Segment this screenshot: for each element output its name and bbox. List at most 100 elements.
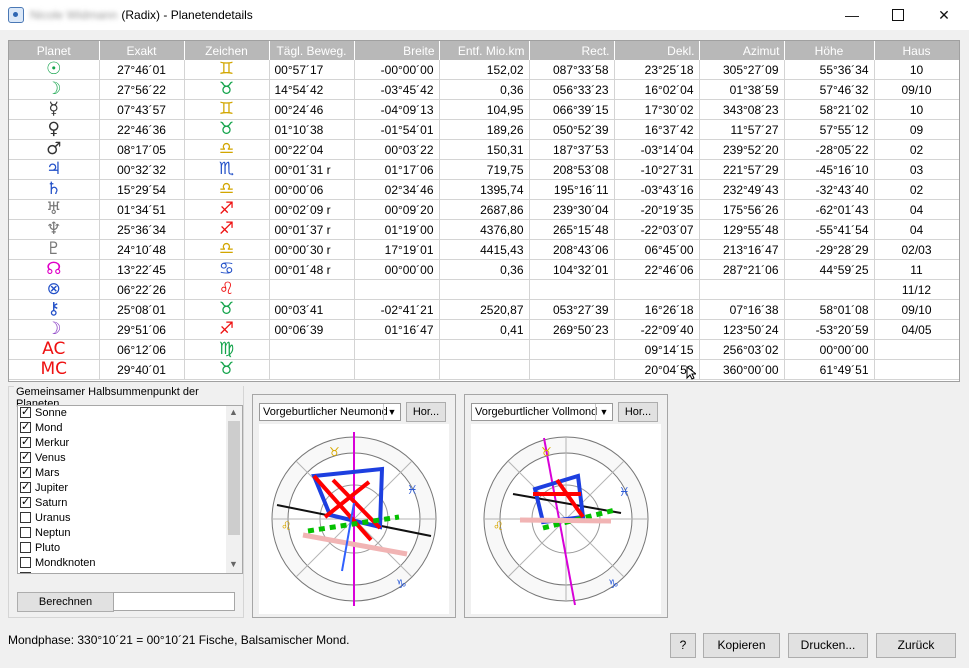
table-cell: [354, 339, 440, 360]
table-cell: 24°10´48: [99, 239, 185, 260]
checkbox-icon[interactable]: [20, 542, 31, 553]
checkbox-icon[interactable]: [20, 406, 31, 419]
zodiac-sign-cell: ♉: [184, 79, 270, 100]
table-cell: 08°17´05: [99, 139, 185, 160]
planet-checkbox-item[interactable]: Mars: [18, 465, 242, 481]
table-cell: 129°55´48: [699, 219, 785, 240]
checkbox-icon[interactable]: [20, 450, 31, 464]
scroll-up-icon[interactable]: ▲: [229, 407, 238, 417]
table-cell: 14°54´42: [269, 79, 355, 100]
zodiac-sign-cell: ♌: [184, 279, 270, 300]
planet-checkbox-item[interactable]: Saturn: [18, 495, 242, 511]
title-bar: Nicole Widmann (Radix) - Planetendetails …: [0, 0, 969, 30]
table-cell: 00°32´32: [99, 159, 185, 180]
table-cell: 056°33´23: [529, 79, 615, 100]
left-horoscope-button[interactable]: Hor...: [406, 402, 446, 422]
table-cell: -10°27´31: [614, 159, 700, 180]
table-cell: 25°08´01: [99, 299, 185, 320]
planet-checkbox-item[interactable]: Venus: [18, 450, 242, 466]
copy-button[interactable]: Kopieren: [703, 633, 780, 658]
planet-symbol-cell: ♂: [9, 139, 100, 160]
checkbox-label: Mars: [35, 467, 60, 479]
close-button[interactable]: ✕: [921, 0, 967, 30]
zodiac-sign-icon: ♑: [608, 577, 619, 591]
checkbox-icon[interactable]: [20, 435, 31, 449]
scroll-down-icon[interactable]: ▼: [229, 559, 238, 569]
checkbox-icon[interactable]: [20, 557, 31, 568]
table-cell: 15°29´54: [99, 179, 185, 200]
table-cell: 00°57´17: [269, 60, 355, 80]
planet-checkbox-item[interactable]: Mondknoten: [18, 556, 242, 571]
checkbox-label: Neptun: [35, 527, 71, 539]
planet-checkbox-item[interactable]: Neptun: [18, 526, 242, 541]
planet-symbol-cell: ☽: [9, 319, 100, 340]
maximize-icon: [892, 9, 904, 21]
checkbox-label: Pluto: [35, 542, 61, 554]
table-cell: 10: [874, 99, 959, 120]
table-cell: 00°00´00: [784, 339, 875, 360]
full-moon-wheel: ♉ ♓ ♌ ♑: [471, 424, 661, 614]
table-cell: 00°24´46: [269, 99, 355, 120]
full-moon-dropdown-label: Vorgeburtlicher Vollmond: [475, 406, 598, 418]
full-moon-dropdown[interactable]: Vorgeburtlicher Vollmond ▼: [471, 403, 613, 421]
table-cell: 150,31: [439, 139, 530, 160]
checkbox-icon[interactable]: [20, 465, 31, 479]
checkbox-label: Merkur: [35, 437, 70, 449]
planet-checkbox-item[interactable]: Uranus: [18, 511, 242, 526]
table-cell: 04: [874, 199, 959, 220]
table-cell: [439, 279, 530, 300]
column-header: Zeichen: [184, 41, 270, 60]
table-cell: 16°37´42: [614, 119, 700, 140]
table-cell: 16°02´04: [614, 79, 700, 100]
table-cell: 719,75: [439, 159, 530, 180]
checkbox-icon[interactable]: [20, 527, 31, 538]
zodiac-sign-cell: ♋: [184, 259, 270, 280]
checkbox-icon[interactable]: [20, 480, 31, 494]
table-row: ♀ 22°46´36 ♉ 01°10´38 -01°54´01 189,26 050°52´…: [9, 119, 959, 140]
table-cell: 23°25´18: [614, 60, 700, 80]
new-moon-dropdown[interactable]: Vorgeburtlicher Neumond ▼: [259, 403, 401, 421]
column-header: Entf. Mio.km: [439, 41, 530, 60]
table-cell: 265°15´48: [529, 219, 615, 240]
help-button[interactable]: ?: [670, 633, 696, 658]
table-cell: 09°14´15: [614, 339, 700, 360]
table-cell: 189,26: [439, 119, 530, 140]
table-cell: 2520,87: [439, 299, 530, 320]
table-cell: 00°01´48 r: [269, 259, 355, 280]
planet-checkbox-item[interactable]: Glückspunkt: [18, 571, 242, 573]
scroll-thumb[interactable]: [228, 421, 240, 535]
planet-checkbox-item[interactable]: Pluto: [18, 541, 242, 556]
checkbox-icon[interactable]: [20, 495, 31, 509]
planet-checkbox-item[interactable]: Merkur: [18, 435, 242, 451]
minimize-button[interactable]: —: [829, 0, 875, 30]
table-cell: 221°57´29: [699, 159, 785, 180]
table-cell: 07°16´38: [699, 299, 785, 320]
planet-checkbox-item[interactable]: Jupiter: [18, 480, 242, 496]
table-cell: 152,02: [439, 60, 530, 80]
maximize-button[interactable]: [875, 0, 921, 30]
table-row: ♆ 25°36´34 ♐ 00°01´37 r 01°19´00 4376,80 265°1…: [9, 219, 959, 240]
table-cell: 00°06´39: [269, 319, 355, 340]
checklist-scrollbar[interactable]: ▲ ▼: [226, 406, 242, 573]
table-cell: 06°12´06: [99, 339, 185, 360]
table-cell: [354, 279, 440, 300]
table-cell: 11: [874, 259, 959, 280]
back-button[interactable]: Zurück: [876, 633, 956, 658]
new-moon-wheel: ♉ ♓ ♌ ♑: [259, 424, 449, 614]
right-horoscope-button[interactable]: Hor...: [618, 402, 658, 422]
table-cell: -20°19´35: [614, 199, 700, 220]
checkbox-icon[interactable]: [20, 512, 31, 523]
print-button[interactable]: Drucken...: [788, 633, 868, 658]
planet-checkbox-item[interactable]: Mond: [18, 420, 242, 436]
checkbox-icon[interactable]: [20, 572, 31, 573]
table-cell: -62°01´43: [784, 199, 875, 220]
halfsum-result-input[interactable]: [113, 592, 235, 611]
zodiac-sign-icon: ♌: [281, 519, 292, 533]
table-row: ⊗ 06°22´26 ♌ 11/12: [9, 279, 959, 300]
table-cell: [874, 339, 959, 360]
checkbox-icon[interactable]: [20, 420, 31, 434]
calculate-button[interactable]: Berechnen: [17, 592, 114, 612]
table-cell: -32°43´40: [784, 179, 875, 200]
planet-checkbox-item[interactable]: Sonne: [18, 406, 242, 421]
zodiac-sign-cell: ♐: [184, 219, 270, 240]
